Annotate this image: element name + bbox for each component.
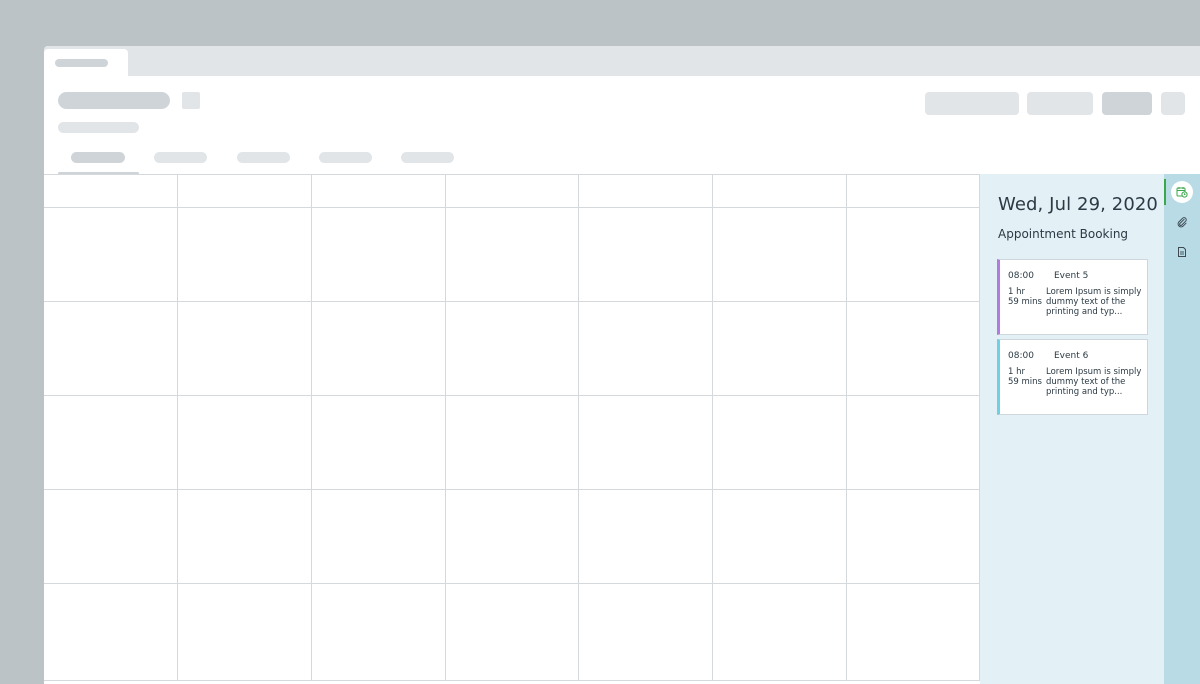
attachments-button[interactable] — [1171, 211, 1193, 233]
event-time: 08:00 — [1008, 351, 1034, 361]
active-tab-placeholder[interactable] — [44, 49, 128, 76]
paperclip-icon — [1177, 217, 1187, 228]
view-tab-placeholder-3[interactable] — [237, 152, 290, 163]
tab-label-placeholder — [55, 59, 108, 67]
browser-tabstrip — [44, 46, 1200, 76]
event-duration: 1 hr 59 mins — [1008, 367, 1044, 387]
calendar-column-divider — [445, 175, 446, 681]
calendar-row-divider — [44, 207, 980, 208]
calendar-grid[interactable] — [44, 174, 980, 681]
event-time: 08:00 — [1008, 271, 1034, 281]
side-rail — [1164, 174, 1200, 684]
calendar-row-divider — [44, 301, 980, 302]
calendar-row-divider — [44, 489, 980, 490]
calendar-clock-icon — [1176, 187, 1188, 198]
event-card[interactable]: 08:00 Event 5 1 hr 59 mins Lorem Ipsum i… — [997, 259, 1148, 335]
view-tab-placeholder-5[interactable] — [401, 152, 454, 163]
event-duration-mins: 59 mins — [1008, 297, 1042, 307]
calendar-border-bottom — [44, 680, 980, 681]
event-duration: 1 hr 59 mins — [1008, 287, 1044, 307]
calendar-column-divider — [311, 175, 312, 681]
day-detail-panel: Wed, Jul 29, 2020 Appointment Booking 08… — [980, 174, 1164, 684]
header-button-placeholder-4[interactable] — [1161, 92, 1185, 115]
calendar-row-divider — [44, 583, 980, 584]
header-button-placeholder-1[interactable] — [925, 92, 1019, 115]
calendar-clock-button[interactable] — [1171, 181, 1193, 203]
title-icon-placeholder — [182, 92, 200, 109]
event-description: Lorem Ipsum is simply dummy text of the … — [1046, 367, 1142, 397]
event-duration-mins: 59 mins — [1008, 377, 1042, 387]
panel-date: Wed, Jul 29, 2020 — [998, 194, 1158, 215]
view-tab-placeholder-2[interactable] — [154, 152, 207, 163]
calendar-column-divider — [578, 175, 579, 681]
rail-active-indicator — [1164, 179, 1166, 205]
calendar-column-divider — [712, 175, 713, 681]
event-name: Event 6 — [1054, 351, 1089, 361]
calendar-column-divider — [846, 175, 847, 681]
event-duration-hours: 1 hr — [1008, 367, 1025, 377]
notes-button[interactable] — [1171, 241, 1193, 263]
header-button-placeholder-2[interactable] — [1027, 92, 1093, 115]
header-button-placeholder-3[interactable] — [1102, 92, 1152, 115]
calendar-column-divider — [177, 175, 178, 681]
panel-subtitle: Appointment Booking — [998, 227, 1129, 241]
view-tab-placeholder-4[interactable] — [319, 152, 372, 163]
document-icon — [1178, 247, 1186, 257]
page-subtitle-placeholder — [58, 122, 139, 133]
page-title-placeholder — [58, 92, 170, 109]
view-tab-placeholder-1[interactable] — [71, 152, 125, 163]
event-duration-hours: 1 hr — [1008, 287, 1025, 297]
event-name: Event 5 — [1054, 271, 1089, 281]
event-description: Lorem Ipsum is simply dummy text of the … — [1046, 287, 1142, 317]
event-card[interactable]: 08:00 Event 6 1 hr 59 mins Lorem Ipsum i… — [997, 339, 1148, 415]
calendar-row-divider — [44, 395, 980, 396]
